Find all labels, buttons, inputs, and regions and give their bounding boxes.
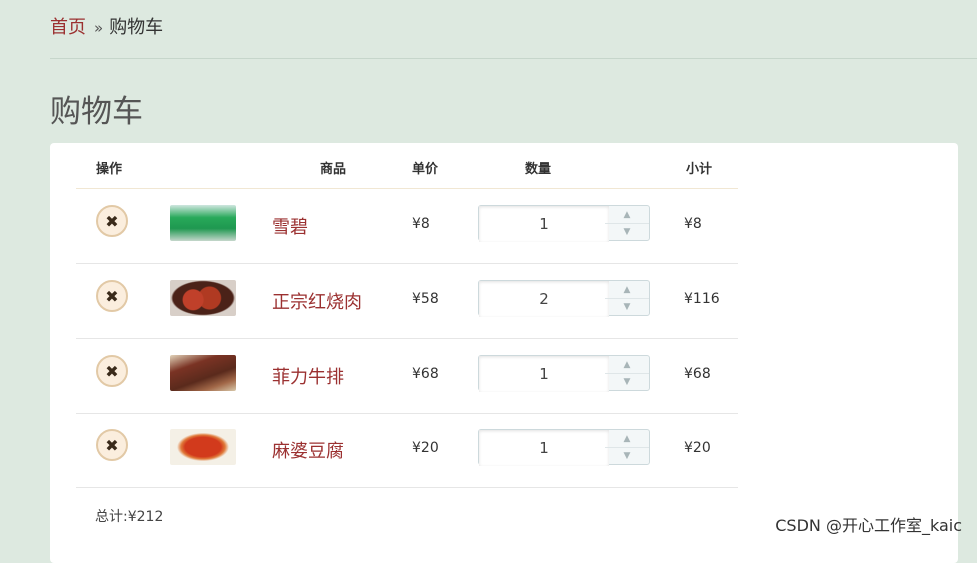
subtotal: ¥8 bbox=[684, 216, 702, 232]
chevron-down-icon: ▼ bbox=[623, 450, 631, 461]
close-icon: ✖ bbox=[105, 286, 119, 306]
decrement-button[interactable]: ▼ bbox=[605, 447, 649, 464]
decrement-button[interactable]: ▼ bbox=[605, 373, 649, 390]
product-name-link[interactable]: 正宗红烧肉 bbox=[272, 288, 362, 314]
unit-price: ¥8 bbox=[412, 216, 430, 232]
product-name-link[interactable]: 菲力牛排 bbox=[272, 363, 344, 389]
breadcrumb-current: 购物车 bbox=[109, 17, 164, 38]
unit-price: ¥68 bbox=[412, 366, 439, 382]
chevron-up-icon: ▲ bbox=[623, 284, 631, 295]
col-header-quantity: 数量 bbox=[525, 162, 552, 177]
chevron-up-icon: ▲ bbox=[623, 359, 631, 370]
product-image bbox=[170, 205, 236, 241]
chevron-down-icon: ▼ bbox=[623, 376, 631, 387]
breadcrumb-home-link[interactable]: 首页 bbox=[50, 17, 86, 38]
quantity-stepper: ▲ ▼ bbox=[478, 429, 650, 466]
increment-button[interactable]: ▲ bbox=[605, 206, 649, 224]
remove-item-button[interactable]: ✖ bbox=[96, 429, 128, 461]
close-icon: ✖ bbox=[105, 361, 119, 381]
product-image bbox=[170, 280, 236, 316]
breadcrumb: 首页 » 购物车 bbox=[50, 13, 163, 39]
col-header-unit-price: 单价 bbox=[412, 162, 439, 177]
cart-row: ✖ 正宗红烧肉 ¥58 ▲ ▼ ¥116 bbox=[76, 264, 738, 339]
page-title: 购物车 bbox=[50, 94, 143, 130]
unit-price: ¥58 bbox=[412, 291, 439, 307]
remove-item-button[interactable]: ✖ bbox=[96, 205, 128, 237]
chevron-down-icon: ▼ bbox=[623, 226, 631, 237]
chevron-up-icon: ▲ bbox=[623, 209, 631, 220]
quantity-input[interactable] bbox=[479, 206, 609, 242]
subtotal: ¥116 bbox=[684, 291, 720, 307]
chevron-up-icon: ▲ bbox=[623, 433, 631, 444]
decrement-button[interactable]: ▼ bbox=[605, 298, 649, 315]
cart-row: ✖ 菲力牛排 ¥68 ▲ ▼ ¥68 bbox=[76, 339, 738, 414]
quantity-input[interactable] bbox=[479, 356, 609, 392]
chevron-down-icon: ▼ bbox=[623, 301, 631, 312]
watermark: CSDN @开心工作室_kaic bbox=[775, 516, 962, 535]
product-image bbox=[170, 355, 236, 391]
close-icon: ✖ bbox=[105, 435, 119, 455]
remove-item-button[interactable]: ✖ bbox=[96, 355, 128, 387]
quantity-input[interactable] bbox=[479, 281, 609, 317]
quantity-stepper: ▲ ▼ bbox=[478, 355, 650, 392]
subtotal: ¥20 bbox=[684, 440, 711, 456]
close-icon: ✖ bbox=[105, 211, 119, 231]
header-divider bbox=[50, 58, 977, 59]
increment-button[interactable]: ▲ bbox=[605, 430, 649, 448]
unit-price: ¥20 bbox=[412, 440, 439, 456]
product-name-link[interactable]: 麻婆豆腐 bbox=[272, 437, 344, 463]
remove-item-button[interactable]: ✖ bbox=[96, 280, 128, 312]
quantity-stepper: ▲ ▼ bbox=[478, 205, 650, 242]
increment-button[interactable]: ▲ bbox=[605, 356, 649, 374]
cart-row: ✖ 雪碧 ¥8 ▲ ▼ ¥8 bbox=[76, 189, 738, 264]
col-header-product: 商品 bbox=[320, 162, 347, 177]
cart-row: ✖ 麻婆豆腐 ¥20 ▲ ▼ ¥20 bbox=[76, 413, 738, 488]
subtotal: ¥68 bbox=[684, 366, 711, 382]
breadcrumb-separator: » bbox=[94, 19, 104, 37]
increment-button[interactable]: ▲ bbox=[605, 281, 649, 299]
col-header-action: 操作 bbox=[96, 162, 123, 177]
product-image bbox=[170, 429, 236, 465]
product-name-link[interactable]: 雪碧 bbox=[272, 213, 308, 239]
quantity-stepper: ▲ ▼ bbox=[478, 280, 650, 317]
quantity-input[interactable] bbox=[479, 430, 609, 466]
col-header-subtotal: 小计 bbox=[686, 162, 713, 177]
cart-total: 总计:¥212 bbox=[95, 509, 164, 525]
decrement-button[interactable]: ▼ bbox=[605, 223, 649, 240]
